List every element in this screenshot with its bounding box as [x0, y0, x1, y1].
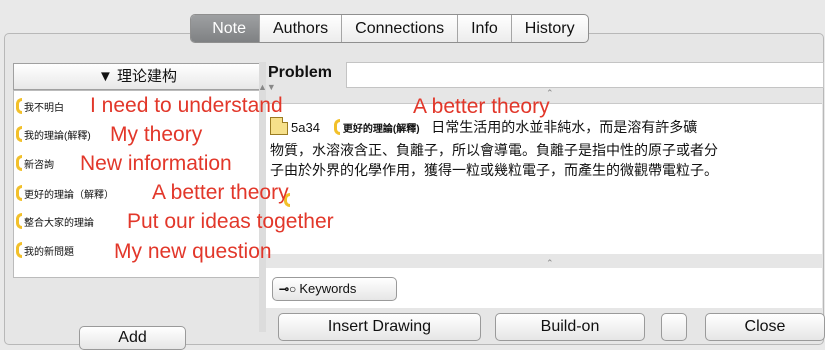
tab-note[interactable]: Note [191, 15, 259, 42]
scaffold-bracket-icon [16, 98, 22, 114]
annotation-label: A better theory [152, 181, 289, 204]
split-arrows-icon[interactable]: ▲▼ [258, 82, 276, 92]
note-content-text: 5a34 更好的理論(解釋) 日常生活用的水並非純水，而是溶有許多礦 物質，水溶液… [270, 117, 825, 180]
scaffold-dropdown[interactable]: ▼ 理论建构 [13, 63, 262, 90]
scaffold-item[interactable]: 新咨詢 [16, 153, 54, 173]
annotation-label: Put our ideas together [127, 210, 334, 233]
scaffold-item-label: 我的新問題 [24, 246, 74, 258]
scaffold-bracket-icon [16, 155, 22, 171]
tab-bar: Note Authors Connections Info History [190, 14, 589, 43]
scaffold-item[interactable]: 整合大家的理論 [16, 211, 94, 231]
scaffold-tag[interactable]: 更好的理論(解釋) [343, 124, 420, 135]
content-line: 物質，水溶液含正、負離子，所以會導電。負離子是指中性的原子或者分 [270, 142, 718, 158]
tab-authors[interactable]: Authors [259, 15, 341, 42]
scaffold-item-label: 我不明白 [24, 102, 64, 114]
scaffold-bracket-icon [16, 213, 22, 229]
note-icon[interactable] [270, 117, 288, 135]
scaffold-item-label: 新咨詢 [24, 159, 54, 171]
scaffold-item[interactable]: 我的理論(解釋) [16, 124, 91, 144]
scaffold-bracket-icon [16, 126, 22, 142]
tab-history[interactable]: History [510, 15, 588, 42]
scaffold-item-label: 我的理論(解釋) [24, 130, 91, 142]
problem-label: Problem [268, 64, 333, 81]
add-button[interactable]: Add [79, 326, 186, 350]
tab-info[interactable]: Info [457, 15, 511, 42]
key-icon: ⊸○ [279, 282, 297, 296]
annotation-label: A better theory [413, 95, 550, 118]
content-line: 子由於外界的化學作用，獲得一粒或幾粒電子，而產生的微觀帶電粒子。 [270, 162, 718, 178]
scaffold-bracket-icon [333, 119, 340, 135]
keywords-button[interactable]: ⊸○ Keywords [272, 277, 397, 301]
scaffold-item-label: 整合大家的理論 [24, 217, 94, 229]
annotation-label: My new question [114, 240, 272, 263]
scaffold-bracket-icon [16, 185, 22, 201]
keywords-label: Keywords [299, 281, 357, 296]
note-id[interactable]: 5a34 [291, 120, 320, 135]
content-line: 日常生活用的水並非純水，而是溶有許多礦 [431, 119, 698, 135]
scaffold-item[interactable]: 我不明白 [16, 96, 64, 116]
annotation-label: I need to understand [90, 94, 283, 117]
problem-input[interactable] [346, 62, 824, 88]
annotation-label: New information [80, 152, 232, 175]
scaffold-item[interactable]: 更好的理論（解釋） [16, 183, 114, 203]
tab-connections[interactable]: Connections [341, 15, 457, 42]
scaffold-item-label: 更好的理論（解釋） [24, 189, 114, 201]
scaffold-bracket-icon [16, 242, 22, 258]
annotation-label: My theory [110, 123, 203, 146]
scaffold-item[interactable]: 我的新問題 [16, 240, 74, 260]
